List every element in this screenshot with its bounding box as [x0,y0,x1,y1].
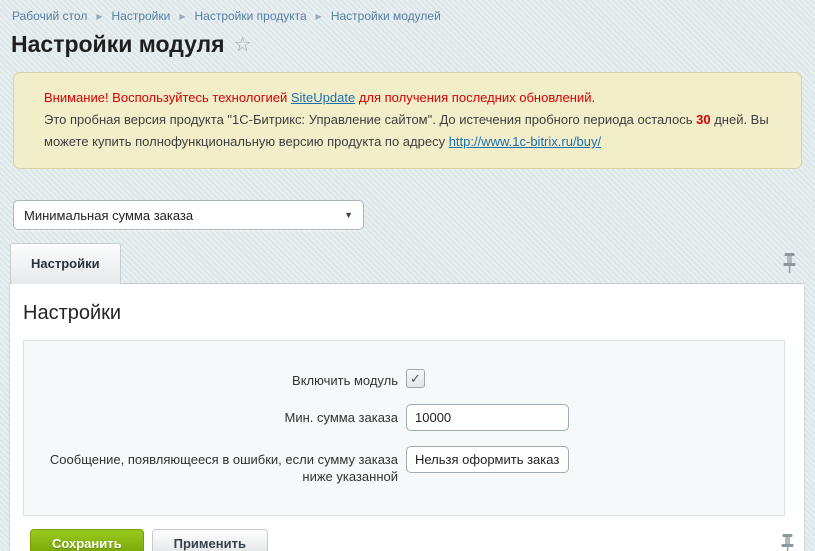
warning-text-suffix: для получения последних обновлений. [355,90,595,105]
tab-row: Настройки [10,243,804,284]
warning-line-1: Внимание! Воспользуйтесь технологией Sit… [44,87,771,109]
form-row-enable-module: Включить модуль ✓ [24,367,784,389]
apply-button[interactable]: Применить [152,529,268,551]
breadcrumb: Рабочий стол ▶ Настройки ▶ Настройки продукт… [0,0,815,23]
enable-module-checkbox[interactable]: ✓ [406,369,425,388]
min-order-sum-input[interactable] [406,404,569,431]
panel-footer: Сохранить Применить [10,516,804,551]
breadcrumb-link-module-settings[interactable]: Настройки модулей [331,9,441,23]
field-label: Включить модуль [24,367,398,389]
breadcrumb-separator-icon: ▶ [316,12,322,21]
favorite-star-icon[interactable]: ☆ [234,35,252,55]
module-select-value: Минимальная сумма заказа [24,208,344,223]
trial-days-left: 30 [696,112,710,127]
trial-warning-banner: Внимание! Воспользуйтесь технологией Sit… [13,72,802,169]
breadcrumb-separator-icon: ▶ [179,12,185,21]
pushpin-glyph [781,534,794,551]
field-label: Сообщение, появляющееся в ошибки, если с… [24,446,398,485]
error-message-input[interactable] [406,446,569,473]
module-select-wrap: Минимальная сумма заказа ▼ [13,200,815,230]
breadcrumb-link-desktop[interactable]: Рабочий стол [12,9,87,23]
breadcrumb-separator-icon: ▶ [96,12,102,21]
form-row-error-message: Сообщение, появляющееся в ошибки, если с… [24,446,784,485]
module-select[interactable]: Минимальная сумма заказа ▼ [13,200,364,230]
breadcrumb-link-product-settings[interactable]: Настройки продукта [194,9,306,23]
breadcrumb-link-settings[interactable]: Настройки [111,9,170,23]
pin-icon[interactable] [783,253,796,278]
check-icon: ✓ [410,371,421,387]
panel-heading: Настройки [10,285,804,340]
trial-text: Это пробная версия продукта "1С-Битрикс:… [44,112,696,127]
settings-fieldset: Включить модуль ✓ Мин. сумма заказа Сооб… [23,340,785,516]
tab-settings[interactable]: Настройки [10,243,121,284]
pin-icon[interactable] [781,534,794,551]
field-label: Мин. сумма заказа [24,404,398,426]
settings-panel: Настройки Включить модуль ✓ Мин. сумма з… [10,284,804,551]
buy-link[interactable]: http://www.1c-bitrix.ru/buy/ [449,134,601,149]
chevron-down-icon: ▼ [344,210,353,220]
warning-text-prefix: Внимание! Воспользуйтесь технологией [44,90,291,105]
form-row-min-order-sum: Мин. сумма заказа [24,404,784,431]
page-title: Настройки модуля [11,31,225,58]
pushpin-glyph [783,253,796,273]
siteupdate-link[interactable]: SiteUpdate [291,90,355,105]
warning-line-2: Это пробная версия продукта "1С-Битрикс:… [44,109,771,153]
title-row: Настройки модуля ☆ [0,23,815,58]
save-button[interactable]: Сохранить [30,529,144,551]
